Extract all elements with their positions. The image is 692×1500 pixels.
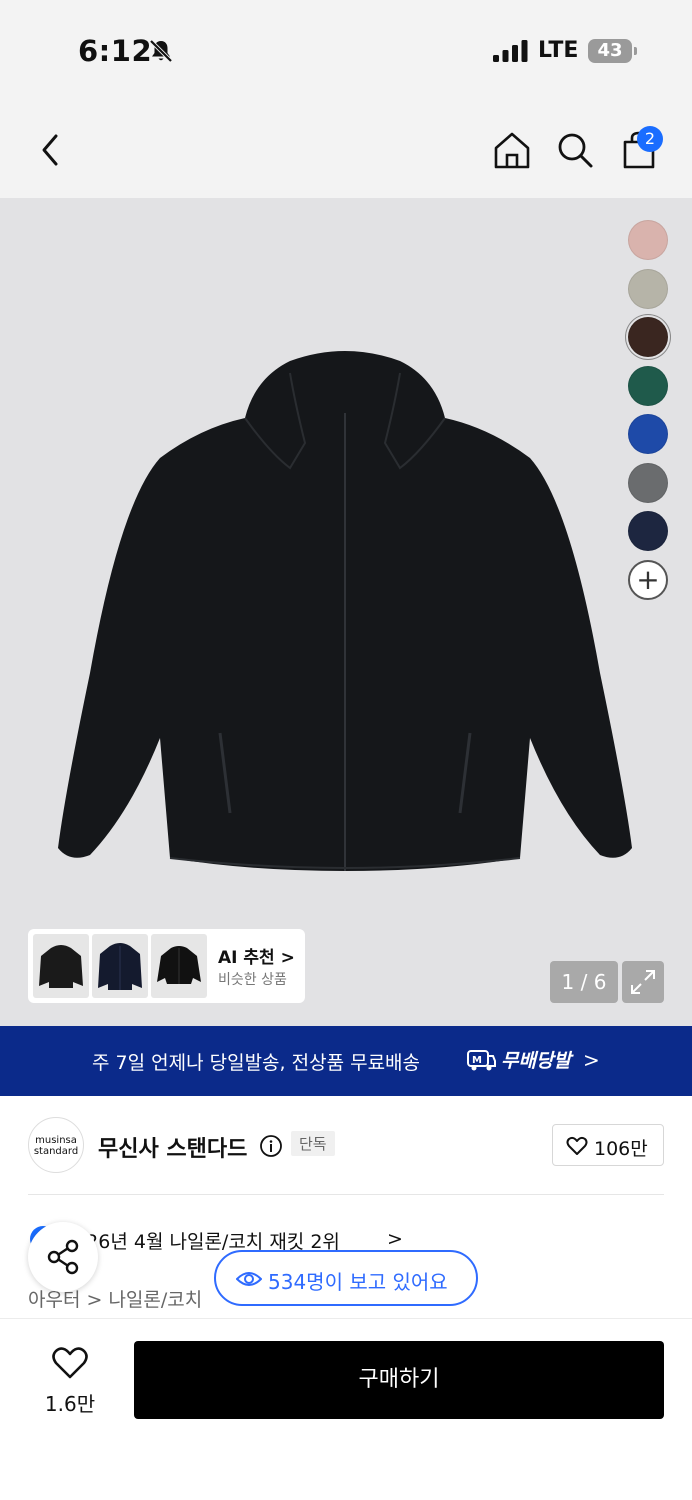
bell-off-icon	[149, 39, 173, 63]
exclusive-badge: 단독	[291, 1131, 335, 1156]
color-swatch[interactable]	[628, 414, 668, 454]
delivery-truck-icon: M	[467, 1050, 496, 1071]
color-swatch[interactable]	[628, 268, 668, 309]
chevron-right-icon: >	[387, 1228, 403, 1250]
color-swatch-selected[interactable]	[628, 317, 668, 357]
viewers-count-pill: 534명이 보고 있어요	[214, 1250, 478, 1306]
color-swatch[interactable]	[628, 511, 668, 551]
ai-recommend-title: AI 추천 >	[218, 948, 295, 968]
svg-text:M: M	[472, 1055, 482, 1066]
search-icon[interactable]	[556, 131, 594, 169]
delivery-banner[interactable]: 주 7일 언제나 당일발송, 전상품 무료배송 M 무배당발 >	[0, 1026, 692, 1096]
recommend-thumb[interactable]	[151, 934, 207, 998]
chevron-right-icon: >	[583, 1048, 600, 1072]
battery-icon: 43	[588, 39, 637, 63]
banner-text: 주 7일 언제나 당일발송, 전상품 무료배송	[92, 1052, 421, 1074]
heart-icon	[566, 1136, 588, 1155]
ai-recommend-subtitle: 비슷한 상품	[218, 972, 287, 988]
status-bar: 6:12 LTE 43	[0, 0, 692, 98]
back-arrow-icon[interactable]	[36, 130, 64, 170]
recommend-thumb[interactable]	[92, 934, 148, 998]
signal-icon	[493, 40, 528, 62]
viewers-text: 534명이 보고 있어요	[268, 1270, 448, 1294]
recommend-thumb[interactable]	[33, 934, 89, 998]
ai-recommend-card[interactable]: AI 추천 > 비슷한 상품	[28, 929, 305, 1003]
status-time: 6:12	[78, 34, 153, 68]
cart-badge: 2	[637, 126, 663, 152]
expand-icon	[631, 970, 655, 994]
brand-like-button[interactable]: 106만	[552, 1124, 664, 1166]
product-like-count: 1.6만	[44, 1392, 96, 1416]
info-icon[interactable]	[259, 1134, 283, 1158]
brand-like-count: 106만	[594, 1138, 648, 1160]
color-swatch[interactable]	[628, 220, 668, 260]
product-image-gallery[interactable]: + AI 추천 > 비슷한 상품 1 / 6	[0, 198, 692, 1026]
brand-name[interactable]: 무신사 스탠다드	[98, 1131, 247, 1163]
more-colors-button[interactable]: +	[628, 559, 668, 600]
color-swatches: +	[628, 220, 670, 600]
buy-button[interactable]: 구매하기	[134, 1341, 664, 1419]
network-type: LTE	[538, 38, 579, 63]
eye-icon	[236, 1272, 262, 1286]
share-icon	[47, 1239, 79, 1275]
plus-icon: +	[636, 562, 660, 596]
product-like-button[interactable]: 1.6만	[40, 1346, 100, 1416]
banner-brand: 무배당발	[501, 1050, 571, 1072]
color-swatch[interactable]	[628, 462, 668, 503]
share-button[interactable]	[28, 1222, 98, 1292]
divider	[28, 1194, 664, 1195]
brand-logo[interactable]: musinsa standard	[28, 1117, 84, 1173]
heart-icon	[52, 1347, 88, 1379]
color-swatch[interactable]	[628, 365, 668, 406]
home-icon[interactable]	[492, 130, 532, 170]
image-page-indicator: 1 / 6	[550, 961, 618, 1003]
expand-image-button[interactable]	[622, 961, 664, 1003]
product-image	[58, 351, 632, 871]
